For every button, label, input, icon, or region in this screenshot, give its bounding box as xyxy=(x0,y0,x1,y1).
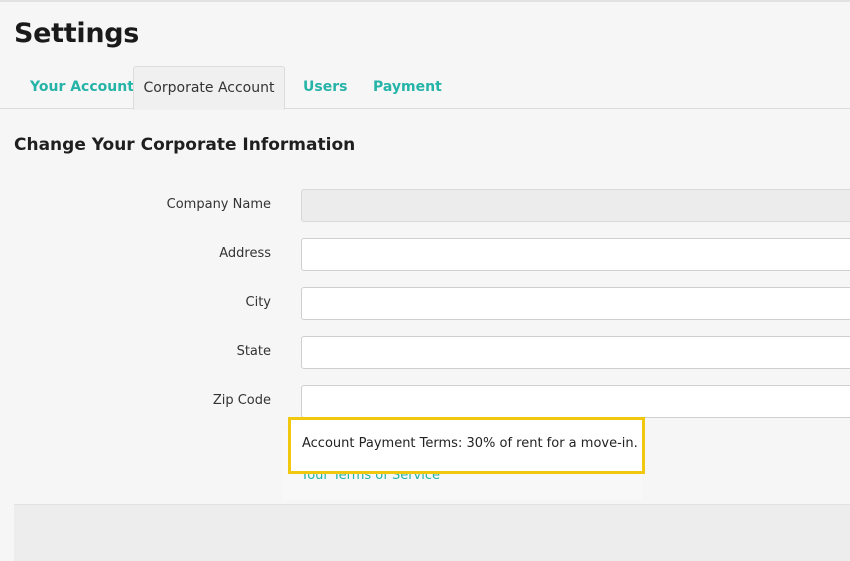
tab-users[interactable]: Users xyxy=(303,66,347,109)
tab-payment[interactable]: Payment xyxy=(373,66,442,109)
city-label: City xyxy=(245,295,271,310)
company-name-field xyxy=(301,189,850,222)
tab-your-account[interactable]: Your Account xyxy=(30,66,134,109)
footer-bar xyxy=(14,504,850,561)
payment-terms-text: Account Payment Terms: 30% of rent for a… xyxy=(302,436,638,451)
address-label: Address xyxy=(219,246,271,261)
tab-corporate-account[interactable]: Corporate Account xyxy=(133,66,285,110)
state-label: State xyxy=(236,344,271,359)
state-field[interactable] xyxy=(301,336,850,369)
page-title: Settings xyxy=(14,18,140,49)
city-field[interactable] xyxy=(301,287,850,320)
payment-terms-callout: Account Payment Terms: 30% of rent for a… xyxy=(288,417,645,474)
zip-code-label: Zip Code xyxy=(212,393,271,408)
section-title: Change Your Corporate Information xyxy=(14,135,356,155)
address-field[interactable] xyxy=(301,238,850,271)
settings-tabs: Your Account Corporate Account Users Pay… xyxy=(0,66,850,110)
settings-page: Settings Your Account Corporate Account … xyxy=(0,0,850,561)
top-divider xyxy=(0,0,850,2)
company-name-label: Company Name xyxy=(166,197,271,212)
zip-code-field[interactable] xyxy=(301,385,850,418)
